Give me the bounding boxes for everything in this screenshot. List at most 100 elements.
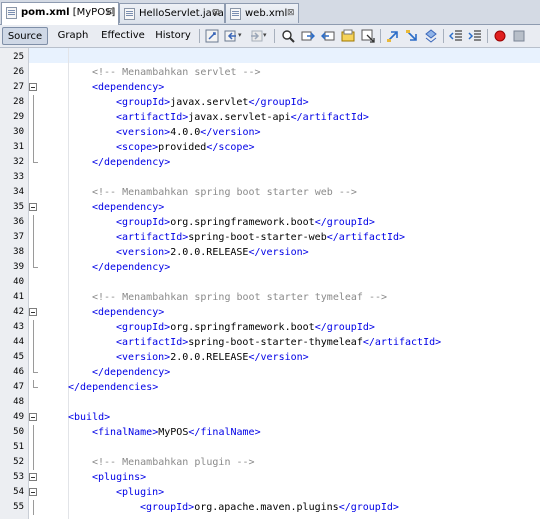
- code-line[interactable]: 47 </dependencies>: [0, 380, 540, 395]
- xml-tag: </artifactId>: [326, 232, 406, 243]
- toggle-bookmark-icon[interactable]: [424, 29, 438, 43]
- code-line[interactable]: 49 <build>: [0, 410, 540, 425]
- code-line[interactable]: 43 <groupId>org.springframework.boot</gro…: [0, 320, 540, 335]
- fold-collapse-icon[interactable]: [29, 473, 37, 481]
- code-text: </dependency>: [92, 260, 170, 275]
- toggle-highlight-icon[interactable]: [341, 29, 355, 43]
- code-text: <artifactId>spring-boot-starter-thymelea…: [116, 335, 441, 350]
- last-edit-icon[interactable]: [205, 29, 219, 43]
- xml-tag: <scope>: [116, 142, 159, 153]
- code-line[interactable]: 45 <version>2.0.0.RELEASE</version>: [0, 350, 540, 365]
- code-text: <version>2.0.0.RELEASE</version>: [116, 245, 309, 260]
- code-text: <artifactId>spring-boot-starter-web</art…: [116, 230, 405, 245]
- close-tab-icon[interactable]: ⊠: [212, 4, 220, 23]
- forward-icon[interactable]: [249, 29, 263, 43]
- code-line[interactable]: 46 </dependency>: [0, 365, 540, 380]
- xml-text: spring-boot-starter-thymeleaf: [188, 337, 363, 348]
- code-line[interactable]: 53 <plugins>: [0, 470, 540, 485]
- chevron-down-icon[interactable]: ▾: [263, 31, 269, 45]
- code-line[interactable]: 54 <plugin>: [0, 485, 540, 500]
- code-line[interactable]: 32 </dependency>: [0, 155, 540, 170]
- code-line[interactable]: 48: [0, 395, 540, 410]
- xml-tag: <artifactId>: [116, 232, 189, 243]
- code-line[interactable]: 27 <dependency>: [0, 80, 540, 95]
- code-line[interactable]: 34 <!-- Menambahkan spring boot starter w…: [0, 185, 540, 200]
- tab-pom-xml[interactable]: pom.xml [MyPOS] ⊠: [1, 2, 119, 25]
- xml-tag: <version>: [116, 352, 171, 363]
- xml-tag: <groupId>: [116, 217, 171, 228]
- shift-left-icon[interactable]: [449, 29, 463, 43]
- code-line[interactable]: 26 <!-- Menambahkan servlet -->: [0, 65, 540, 80]
- code-line[interactable]: 33: [0, 170, 540, 185]
- fold-collapse-icon[interactable]: [29, 83, 37, 91]
- code-line[interactable]: 39 </dependency>: [0, 260, 540, 275]
- history-view-button[interactable]: History: [152, 27, 194, 45]
- code-line[interactable]: 38 <version>2.0.0.RELEASE</version>: [0, 245, 540, 260]
- code-line[interactable]: 29 <artifactId>javax.servlet-api</artifac…: [0, 110, 540, 125]
- code-text: <!-- Menambahkan spring boot starter web…: [92, 185, 357, 200]
- xml-tag: </dependency>: [92, 262, 171, 273]
- xml-text: javax.servlet-api: [188, 112, 291, 123]
- line-number: 35: [13, 202, 24, 212]
- code-line[interactable]: 50 <finalName>MyPOS</finalName>: [0, 425, 540, 440]
- fold-guide-line: [33, 95, 34, 110]
- code-line[interactable]: 41 <!-- Menambahkan spring boot starter t…: [0, 290, 540, 305]
- close-tab-icon[interactable]: ⊠: [106, 3, 114, 22]
- fold-collapse-icon[interactable]: [29, 308, 37, 316]
- code-line[interactable]: 44 <artifactId>spring-boot-starter-thymel…: [0, 335, 540, 350]
- line-number: 26: [13, 67, 24, 77]
- find-selection-icon[interactable]: [361, 29, 375, 43]
- fold-end-marker: [33, 155, 38, 163]
- xml-tag: <plugins>: [92, 472, 147, 483]
- code-line[interactable]: 35 <dependency>: [0, 200, 540, 215]
- xml-tag: <version>: [116, 247, 171, 258]
- code-text: <plugins>: [92, 470, 146, 485]
- toolbar-separator: [487, 29, 488, 43]
- xml-tag: </artifactId>: [362, 337, 442, 348]
- code-line[interactable]: 51: [0, 440, 540, 455]
- line-number: 31: [13, 142, 24, 152]
- code-line[interactable]: 31 <scope>provided</scope>: [0, 140, 540, 155]
- find-icon[interactable]: [281, 29, 295, 43]
- xml-tag: <artifactId>: [116, 337, 189, 348]
- tab-helloservlet-java[interactable]: HelloServlet.java ⊠: [119, 3, 225, 23]
- prev-bookmark-icon[interactable]: [386, 29, 400, 43]
- code-line[interactable]: 25: [0, 50, 540, 65]
- fold-collapse-icon[interactable]: [29, 413, 37, 421]
- close-tab-icon[interactable]: ⊠: [287, 4, 295, 23]
- code-line[interactable]: 52 <!-- Menambahkan plugin -->: [0, 455, 540, 470]
- code-line[interactable]: 28 <groupId>javax.servlet</groupId>: [0, 95, 540, 110]
- xml-tag: </scope>: [206, 142, 255, 153]
- graph-view-button[interactable]: Graph: [54, 27, 92, 45]
- xml-tag: </groupId>: [314, 217, 375, 228]
- toolbar-separator: [380, 29, 381, 43]
- tab-web-xml[interactable]: web.xml ⊠: [225, 3, 299, 23]
- source-view-button[interactable]: Source: [2, 27, 48, 45]
- shift-right-icon[interactable]: [468, 29, 482, 43]
- xml-comment: <!-- Menambahkan plugin -->: [92, 457, 255, 468]
- next-bookmark-icon[interactable]: [405, 29, 419, 43]
- fold-guide-line: [33, 215, 34, 230]
- code-line[interactable]: 30 <version>4.0.0</version>: [0, 125, 540, 140]
- line-number: 38: [13, 247, 24, 257]
- back-icon[interactable]: [224, 29, 238, 43]
- find-next-icon[interactable]: [321, 29, 335, 43]
- code-line[interactable]: 40: [0, 275, 540, 290]
- stop-macro-icon[interactable]: [512, 29, 526, 43]
- fold-collapse-icon[interactable]: [29, 488, 37, 496]
- tab-label: web.xml: [245, 8, 288, 19]
- xml-tag: </groupId>: [248, 97, 309, 108]
- find-previous-icon[interactable]: [301, 29, 315, 43]
- fold-guide-line: [33, 230, 34, 245]
- effective-view-button[interactable]: Effective: [98, 27, 148, 45]
- code-editor[interactable]: 25 26 <!-- Menambahkan servlet --> 27 <depen…: [0, 48, 540, 519]
- fold-collapse-icon[interactable]: [29, 203, 37, 211]
- record-macro-icon[interactable]: [493, 29, 507, 43]
- code-line[interactable]: 37 <artifactId>spring-boot-starter-web</a…: [0, 230, 540, 245]
- chevron-down-icon[interactable]: ▾: [238, 31, 244, 45]
- java-file-icon: [124, 8, 135, 20]
- code-line[interactable]: 36 <groupId>org.springframework.boot</gro…: [0, 215, 540, 230]
- fold-guide-line: [33, 425, 34, 440]
- code-line[interactable]: 42 <dependency>: [0, 305, 540, 320]
- code-line[interactable]: 55 <groupId>org.apache.maven.plugins</gro…: [0, 500, 540, 515]
